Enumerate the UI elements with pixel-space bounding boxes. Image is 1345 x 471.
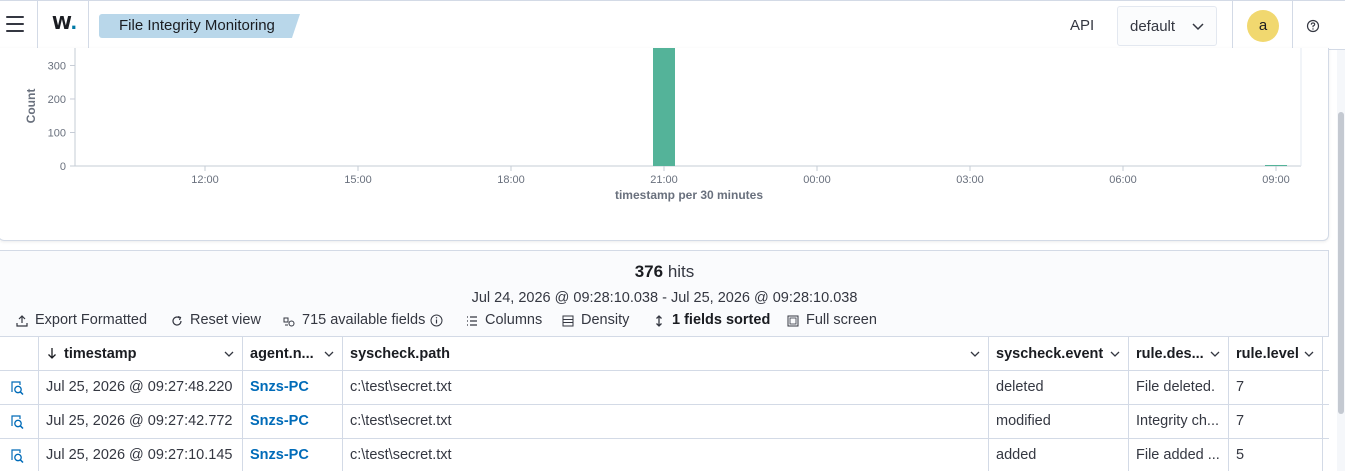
info-icon[interactable] [430, 314, 443, 327]
x-axis-title: timestamp per 30 minutes [615, 188, 763, 202]
cell-agent-name[interactable]: Snzs-PC [243, 405, 343, 438]
histogram-chart: 0 100 200 300 12:00 15:00 18:00 21:00 00:00 03:00… [24, 48, 1302, 202]
cell-syscheck-event: added [989, 439, 1129, 471]
menu-icon[interactable] [6, 16, 24, 32]
row-control-cell [0, 405, 39, 438]
cell-timestamp: Jul 25, 2026 @ 09:27:48.220 [39, 371, 243, 404]
api-select-value: default [1130, 18, 1176, 35]
cell-timestamp: Jul 25, 2026 @ 09:27:10.145 [39, 439, 243, 471]
hits-count: 376 hits [634, 262, 695, 281]
header-divider [1292, 1, 1293, 51]
column-header-rule-description[interactable]: rule.des... [1129, 337, 1229, 371]
help-icon[interactable] [1306, 19, 1320, 33]
time-range: Jul 24, 2026 @ 09:28:10.038 - Jul 25, 20… [471, 290, 858, 306]
top-header: W. File Integrity Monitoring API default… [0, 0, 1345, 51]
fullscreen-icon [787, 315, 799, 327]
histogram-bar [1265, 164, 1287, 166]
x-tick-label: 06:00 [1109, 174, 1137, 186]
data-grid-toolbar: Export Formatted Reset view 715 availabl… [0, 311, 1329, 331]
cell-syscheck-path: c:\test\secret.txt [343, 405, 989, 438]
cell-syscheck-path: c:\test\secret.txt [343, 439, 989, 471]
chevron-down-icon [1192, 23, 1204, 31]
chevron-down-icon[interactable] [970, 349, 980, 359]
row-control-cell [0, 439, 39, 471]
avatar[interactable]: a [1247, 10, 1279, 42]
chevron-down-icon[interactable] [1304, 349, 1314, 359]
y-tick-label: 300 [48, 60, 66, 72]
x-tick-label: 15:00 [344, 174, 372, 186]
column-header-timestamp[interactable]: timestamp [39, 337, 243, 371]
page-scrollbar-thumb[interactable] [1338, 112, 1344, 414]
y-tick-label: 0 [60, 161, 66, 173]
list-icon [467, 316, 477, 326]
inspect-document-icon[interactable] [9, 414, 25, 430]
table-header-row: timestamp agent.n... syscheck.path sysch… [0, 336, 1329, 371]
cell-rule-description: File added ... [1129, 439, 1229, 471]
table-row: Jul 25, 2026 @ 09:27:48.220 Snzs-PC c:\t… [0, 371, 1329, 405]
header-divider [88, 1, 89, 51]
column-header-syscheck-event[interactable]: syscheck.event [989, 337, 1129, 371]
x-tick-label: 12:00 [191, 174, 219, 186]
chevron-down-icon[interactable] [1110, 349, 1120, 359]
y-tick-label: 100 [48, 127, 66, 139]
api-label: API [1070, 17, 1095, 34]
breadcrumb[interactable]: File Integrity Monitoring [99, 14, 300, 38]
table-row: Jul 25, 2026 @ 09:27:42.772 Snzs-PC c:\t… [0, 405, 1329, 439]
cell-agent-name[interactable]: Snzs-PC [243, 439, 343, 471]
chevron-down-icon[interactable] [224, 349, 234, 359]
cell-rule-description: File deleted. [1129, 371, 1229, 404]
x-tick-label: 03:00 [956, 174, 984, 186]
cell-syscheck-event: deleted [989, 371, 1129, 404]
y-tick-label: 200 [48, 94, 66, 106]
header-divider [1232, 1, 1233, 51]
histogram-bar [653, 48, 675, 166]
inspect-document-icon[interactable] [9, 380, 25, 396]
sort-icon [656, 315, 662, 327]
cell-syscheck-event: modified [989, 405, 1129, 438]
api-select[interactable]: default [1117, 6, 1217, 46]
histogram-panel: 0 100 200 300 12:00 15:00 18:00 21:00 00:00 03:00… [0, 48, 1329, 241]
cell-syscheck-path: c:\test\secret.txt [343, 371, 989, 404]
density-icon [562, 315, 574, 327]
refresh-icon [172, 315, 182, 326]
table-row: Jul 25, 2026 @ 09:27:10.145 Snzs-PC c:\t… [0, 439, 1329, 471]
x-tick-label: 21:00 [650, 174, 678, 186]
column-header-syscheck-path[interactable]: syscheck.path [343, 337, 989, 371]
x-tick-label: 18:00 [497, 174, 525, 186]
chevron-down-icon[interactable] [1210, 349, 1220, 359]
export-icon [16, 315, 28, 327]
column-header-rule-level[interactable]: rule.level [1229, 337, 1323, 371]
header-control-column [0, 337, 39, 371]
cell-rule-level: 7 [1229, 405, 1323, 438]
inspect-document-icon[interactable] [9, 448, 25, 464]
sort-descending-icon [48, 348, 56, 359]
cell-rule-level: 7 [1229, 371, 1323, 404]
x-tick-label: 00:00 [803, 174, 831, 186]
cell-rule-description: Integrity ch... [1129, 405, 1229, 438]
row-control-cell [0, 371, 39, 404]
column-header-agent-name[interactable]: agent.n... [243, 337, 343, 371]
x-tick-label: 09:00 [1262, 174, 1290, 186]
app-logo[interactable]: W. [52, 13, 77, 34]
cell-rule-level: 5 [1229, 439, 1323, 471]
cell-timestamp: Jul 25, 2026 @ 09:27:42.772 [39, 405, 243, 438]
header-divider [37, 1, 38, 51]
fields-icon [283, 317, 295, 327]
y-axis-title: Count [24, 89, 38, 124]
cell-agent-name[interactable]: Snzs-PC [243, 371, 343, 404]
chevron-down-icon[interactable] [324, 349, 334, 359]
